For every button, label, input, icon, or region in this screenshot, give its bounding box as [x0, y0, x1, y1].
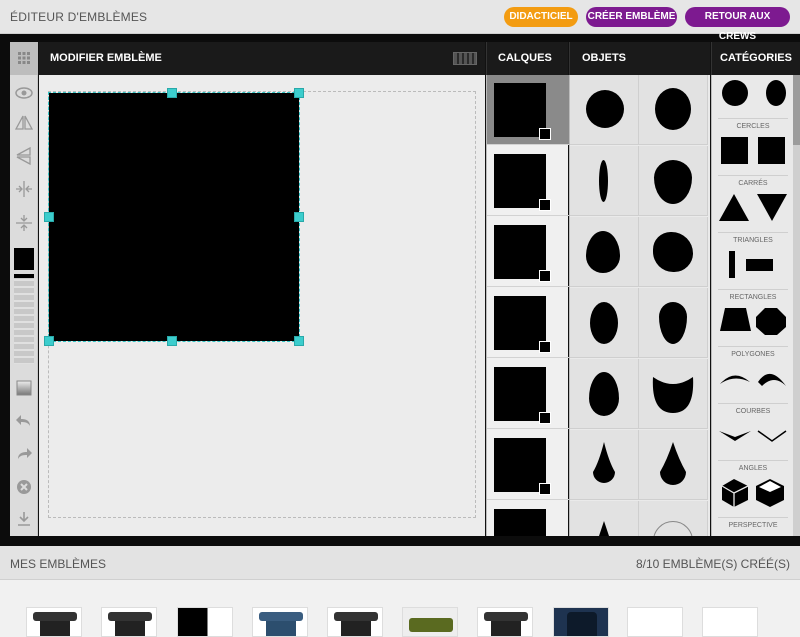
scrollbar-thumb[interactable]	[793, 75, 800, 145]
eye-icon[interactable]	[13, 82, 35, 104]
opacity-slider-handle[interactable]	[14, 274, 34, 278]
object-teardrop[interactable]	[639, 288, 708, 358]
emblem-thumbnail[interactable]	[101, 607, 157, 637]
category-label: CARRÉS	[738, 180, 768, 187]
layer-item[interactable]	[487, 217, 569, 287]
undo-icon[interactable]	[13, 410, 35, 432]
gradient-icon[interactable]	[13, 377, 35, 399]
object-spike[interactable]	[570, 501, 639, 536]
object-crescent[interactable]	[639, 359, 708, 429]
object-blob[interactable]	[639, 217, 708, 287]
category-curves[interactable]: COURBES	[712, 360, 794, 417]
layers-title: CALQUES	[498, 52, 552, 64]
category-perspective[interactable]: PERSPECTIVE	[712, 474, 794, 531]
canvas[interactable]	[39, 75, 485, 536]
category-squares[interactable]: CARRÉS	[712, 132, 794, 189]
category-label: TRIANGLES	[733, 237, 773, 244]
flip-horizontal-icon[interactable]	[13, 112, 35, 134]
layer-item[interactable]	[487, 430, 569, 500]
category-angles[interactable]: ANGLES	[712, 417, 794, 474]
emblem-thumbnail[interactable]	[177, 607, 233, 637]
selected-square-shape[interactable]	[48, 92, 300, 342]
emblem-thumbnail[interactable]	[252, 607, 308, 637]
emblem-thumbnail-empty[interactable]	[627, 607, 683, 637]
layer-item[interactable]	[487, 288, 569, 358]
align-horizontal-icon[interactable]	[13, 178, 35, 200]
redo-icon[interactable]	[13, 443, 35, 465]
object-egg[interactable]	[639, 146, 708, 216]
object-raindrop[interactable]	[639, 430, 708, 500]
page-title: ÉDITEUR D'EMBLÈMES	[10, 10, 148, 24]
resize-handle-bottom-left[interactable]	[44, 336, 54, 346]
object-egg-tall[interactable]	[570, 288, 639, 358]
object-circle[interactable]	[570, 75, 639, 145]
back-to-crews-button[interactable]: RETOUR AUX CREWS	[685, 7, 790, 42]
category-label: POLYGONES	[731, 351, 775, 358]
grid-toggle-button[interactable]	[10, 42, 38, 75]
emblems-count: 8/10 EMBLÈME(S) CRÉÉ(S)	[635, 557, 790, 571]
align-vertical-icon[interactable]	[13, 212, 35, 234]
object-drop-round[interactable]	[570, 217, 639, 287]
emblem-editor: MODIFIER EMBLÈME CALQUES ▸▸ OBJETS CATÉG…	[10, 42, 800, 536]
objects-title: OBJETS	[582, 52, 627, 64]
grid-icon	[18, 52, 30, 64]
category-polygons[interactable]: POLYGONES	[712, 303, 794, 360]
resize-handle-right[interactable]	[294, 212, 304, 222]
color-swatch[interactable]	[14, 248, 34, 270]
object-drop-tall[interactable]	[570, 359, 639, 429]
object-thin-ellipse[interactable]	[570, 146, 639, 216]
create-emblem-button[interactable]: CRÉER EMBLÈME	[586, 7, 677, 27]
emblem-thumbnail[interactable]	[477, 607, 533, 637]
category-circles[interactable]: CERCLES	[712, 75, 794, 132]
delete-icon[interactable]	[13, 476, 35, 498]
category-label: ANGLES	[738, 465, 768, 472]
objects-header: OBJETS	[569, 42, 710, 75]
object-raindrop-small[interactable]	[570, 430, 639, 500]
category-label: RECTANGLES	[729, 294, 777, 301]
emblem-thumbnails	[0, 580, 800, 637]
resize-handle-top[interactable]	[167, 88, 177, 98]
emblem-thumbnail[interactable]	[402, 607, 458, 637]
category-label: COURBES	[735, 408, 771, 415]
category-rectangles[interactable]: RECTANGLES	[712, 246, 794, 303]
categories-scrollbar[interactable]	[793, 75, 800, 536]
category-triangles[interactable]: TRIANGLES	[712, 189, 794, 246]
emblem-thumbnail[interactable]	[26, 607, 82, 637]
tool-strip	[10, 42, 38, 536]
tutorial-button[interactable]: DIDACTICIEL	[504, 7, 578, 27]
layers-panel	[486, 75, 569, 536]
resize-handle-top-right[interactable]	[294, 88, 304, 98]
emblem-thumbnail-empty[interactable]	[702, 607, 758, 637]
layer-item[interactable]	[487, 146, 569, 216]
layer-item[interactable]	[487, 501, 569, 536]
object-ring[interactable]	[639, 501, 708, 536]
object-oval[interactable]	[639, 75, 708, 145]
category-label: CERCLES	[736, 123, 770, 130]
objects-panel	[569, 75, 710, 536]
flip-vertical-icon[interactable]	[13, 145, 35, 167]
my-emblems-bar: MES EMBLÈMES 8/10 EMBLÈME(S) CRÉÉ(S)	[0, 546, 800, 580]
resize-handle-left[interactable]	[44, 212, 54, 222]
download-icon[interactable]	[13, 508, 35, 530]
resize-handle-bottom[interactable]	[167, 336, 177, 346]
my-emblems-title: MES EMBLÈMES	[10, 557, 107, 571]
top-bar: ÉDITEUR D'EMBLÈMES DIDACTICIEL CRÉER EMB…	[0, 0, 800, 42]
keyboard-icon[interactable]	[453, 52, 477, 65]
layers-header[interactable]: CALQUES ▸▸	[486, 42, 568, 97]
categories-header: CATÉGORIES	[711, 42, 800, 75]
categories-panel: CERCLES CARRÉS TRIANGLES RECTANGLES POLY…	[711, 75, 800, 536]
emblem-thumbnail[interactable]	[327, 607, 383, 637]
category-label: PERSPECTIVE	[728, 522, 778, 529]
emblem-thumbnail[interactable]	[553, 607, 609, 637]
resize-handle-bottom-right[interactable]	[294, 336, 304, 346]
categories-title: CATÉGORIES	[720, 52, 792, 64]
edit-emblem-title: MODIFIER EMBLÈME	[50, 52, 162, 64]
layer-item[interactable]	[487, 75, 569, 145]
layer-item[interactable]	[487, 359, 569, 429]
my-emblems-section: MES EMBLÈMES 8/10 EMBLÈME(S) CRÉÉ(S)	[0, 546, 800, 637]
edit-emblem-header: MODIFIER EMBLÈME	[39, 42, 485, 75]
opacity-slider[interactable]	[14, 274, 34, 364]
